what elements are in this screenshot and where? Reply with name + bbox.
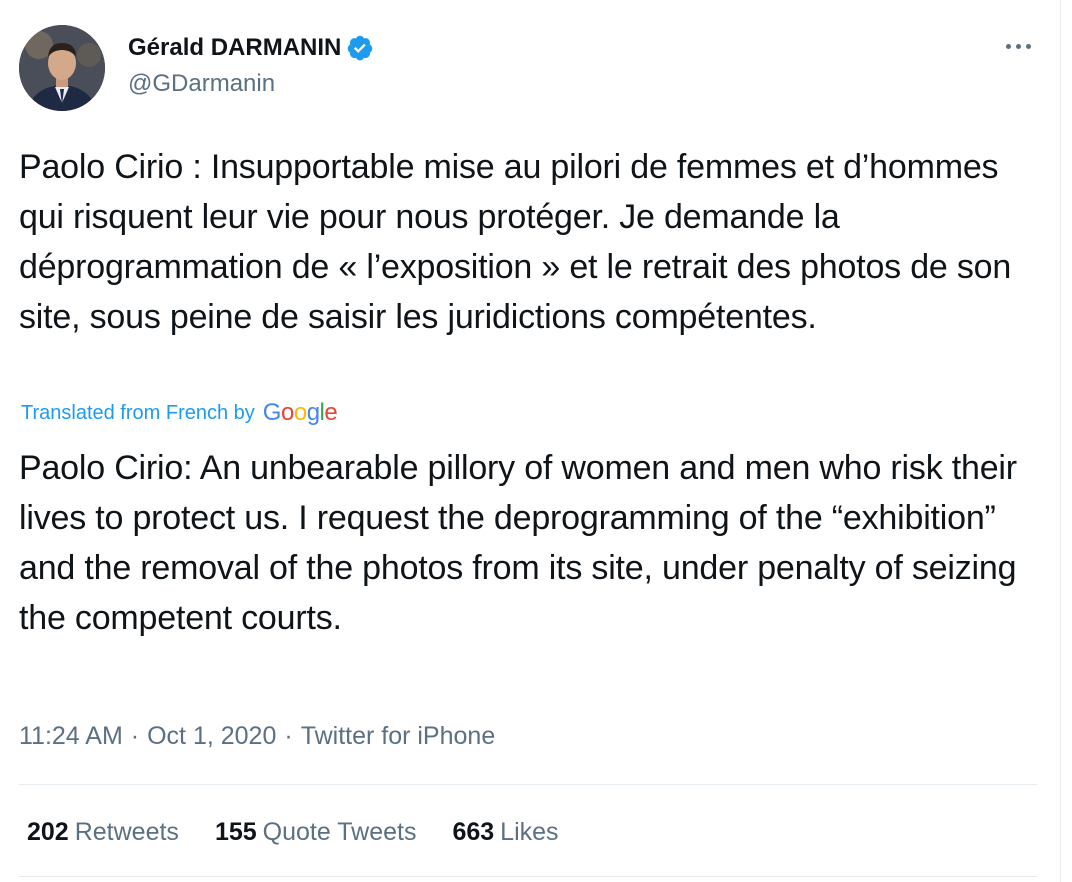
translation-attribution[interactable]: Translated from French by Google	[21, 398, 338, 428]
dot	[1025, 43, 1031, 49]
quote-tweets-label: Quote Tweets	[262, 817, 417, 846]
google-logo: Google	[262, 399, 338, 426]
display-name[interactable]: Gérald DARMANIN	[128, 34, 341, 62]
tweet-original-text: Paolo Cirio : Insupportable mise au pilo…	[19, 148, 1012, 336]
separator: ·	[284, 721, 293, 750]
retweets-label: Retweets	[74, 817, 179, 846]
likes-stat[interactable]: 663 Likes	[452, 818, 558, 847]
dot	[1005, 43, 1011, 49]
tweet-date[interactable]: Oct 1, 2020	[147, 722, 276, 751]
translation-label[interactable]: Translated from French by	[21, 402, 255, 425]
likes-label: Likes	[500, 817, 559, 846]
divider	[19, 784, 1037, 785]
quote-tweets-count: 155	[214, 817, 257, 846]
dot	[1015, 43, 1021, 49]
author-handle[interactable]: @GDarmanin	[128, 70, 275, 98]
retweets-count: 202	[27, 817, 69, 846]
tweet-time[interactable]: 11:24 AM	[19, 722, 123, 751]
more-options-icon[interactable]	[996, 30, 1040, 62]
tweet-metadata: 11:24 AM · Oct 1, 2020 · Twitter for iPh…	[19, 718, 495, 754]
avatar[interactable]	[19, 25, 105, 111]
engagement-stats: 202 Retweets 155 Quote Tweets 663 Likes	[27, 812, 595, 852]
tweet-source[interactable]: Twitter for iPhone	[301, 722, 496, 751]
author-name-row[interactable]: Gérald DARMANIN	[128, 30, 374, 66]
tweet-card: Gérald DARMANIN @GDarmanin Paolo Cirio :…	[0, 0, 1061, 882]
separator: ·	[130, 721, 140, 750]
divider	[19, 876, 1037, 877]
tweet-translated-text: Paolo Cirio: An unbearable pillory of wo…	[19, 449, 1017, 637]
quote-tweets-stat[interactable]: 155 Quote Tweets	[215, 818, 417, 847]
likes-count: 663	[452, 817, 495, 846]
verified-badge-icon	[348, 35, 373, 61]
retweets-stat[interactable]: 202 Retweets	[27, 818, 179, 847]
